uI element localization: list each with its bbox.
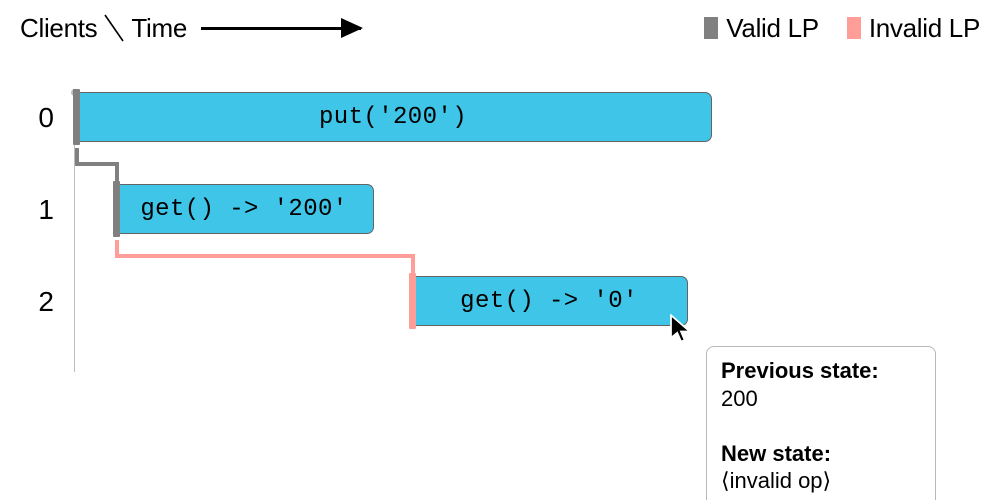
- invalid-lp-swatch-icon: [847, 17, 861, 39]
- legend-valid: Valid LP: [704, 13, 819, 44]
- lp-marker-client2[interactable]: [409, 273, 416, 329]
- op-client2-get[interactable]: get() -> '0': [410, 276, 688, 326]
- op-label: put('200'): [319, 104, 467, 131]
- legend-invalid-label: Invalid LP: [869, 13, 980, 44]
- time-arrow-icon: [201, 27, 361, 30]
- lp-marker-client0[interactable]: [73, 89, 80, 145]
- op-label: get() -> '0': [460, 288, 638, 315]
- op-client1-get[interactable]: get() -> '200': [114, 184, 374, 234]
- op-client0-put[interactable]: put('200'): [74, 92, 712, 142]
- time-axis-label: Time: [131, 13, 187, 44]
- tooltip-new-label: New state:: [721, 441, 831, 466]
- axis-separator-icon: [101, 13, 127, 43]
- tooltip-prev-value: 200: [721, 386, 758, 411]
- client-label-0: 0: [20, 102, 54, 134]
- tooltip-new-value: ⟨invalid op⟩: [721, 468, 831, 493]
- lp-marker-client1[interactable]: [113, 181, 120, 237]
- clients-axis-label: Clients: [20, 13, 97, 44]
- legend-invalid: Invalid LP: [847, 13, 980, 44]
- legend-valid-label: Valid LP: [726, 13, 819, 44]
- op-label: get() -> '200': [140, 196, 347, 223]
- valid-lp-swatch-icon: [704, 17, 718, 39]
- cursor-icon: [668, 314, 694, 344]
- client-label-1: 1: [20, 194, 54, 226]
- state-tooltip: Previous state: 200 New state: ⟨invalid …: [706, 346, 936, 500]
- client-label-2: 2: [20, 286, 54, 318]
- history-timeline: 0 1 2 put('200') get() -> '200' get() ->…: [74, 92, 974, 472]
- tooltip-prev-label: Previous state:: [721, 358, 879, 383]
